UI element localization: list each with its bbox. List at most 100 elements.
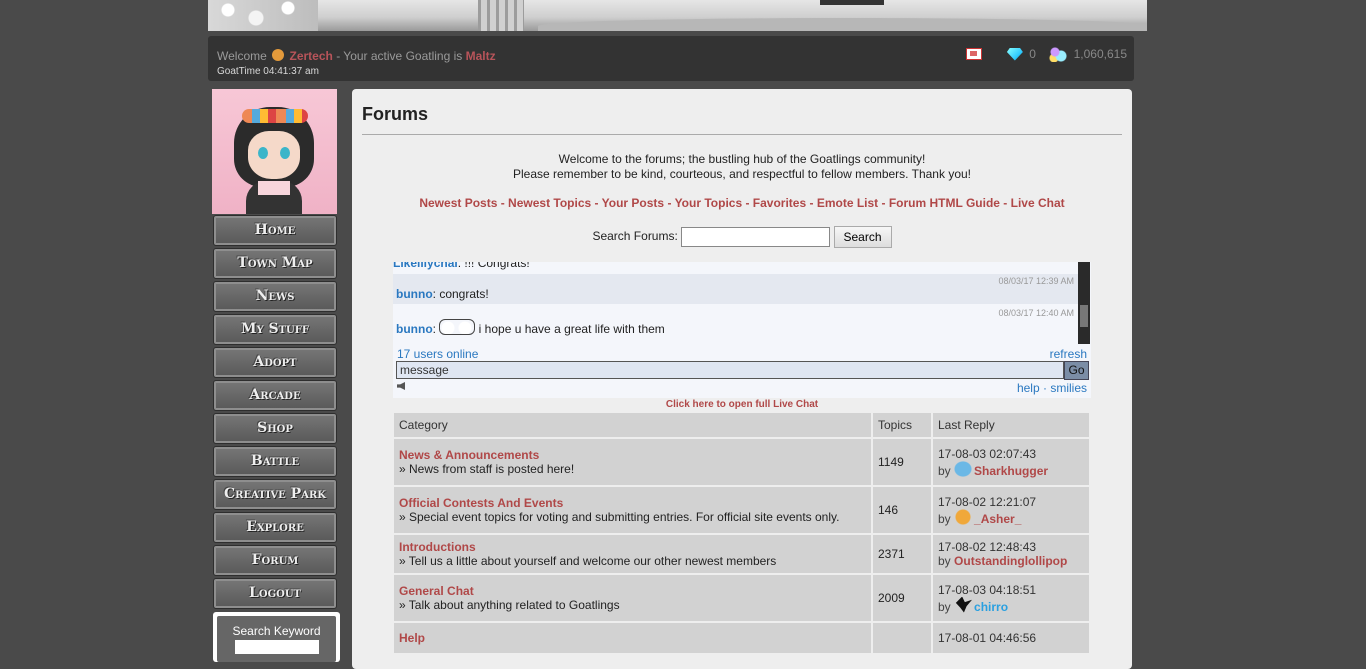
banner-ground (538, 18, 1147, 31)
chat-message: Likelilychai: !!! Congrats! (393, 262, 530, 270)
chat-help-link[interactable]: help (1017, 381, 1040, 395)
speaker-icon[interactable] (397, 382, 405, 390)
table-row[interactable]: Help 17-08-01 04:46:56 (394, 623, 1089, 653)
category-title[interactable]: Help (399, 631, 866, 645)
link-newest-topics[interactable]: Newest Topics (508, 196, 591, 210)
user-bar: Welcome Zertech - Your active Goatling i… (208, 36, 1134, 81)
open-full-chat-link[interactable]: Click here to open full Live Chat (352, 399, 1132, 410)
nav-town-map[interactable]: Town Map (213, 248, 337, 279)
link-emote-list[interactable]: Emote List (817, 196, 878, 210)
link-your-posts[interactable]: Your Posts (602, 196, 664, 210)
site-banner[interactable] (208, 0, 1147, 31)
users-online[interactable]: 17 users online (397, 347, 478, 361)
gem-icon (1006, 47, 1023, 61)
active-goatling-link[interactable]: Maltz (466, 49, 496, 63)
category-desc: » News from staff is posted here! (399, 462, 575, 476)
category-title[interactable]: General Chat (399, 584, 866, 598)
link-your-topics[interactable]: Your Topics (675, 196, 743, 210)
forum-categories-table: Category Topics Last Reply News & Announ… (392, 411, 1091, 655)
nav-news[interactable]: News (213, 281, 337, 312)
banner-flowers (208, 0, 318, 31)
topic-count: 1149 (873, 439, 931, 485)
page-title: Forums (362, 104, 429, 124)
last-reply-user[interactable]: Sharkhugger (974, 464, 1048, 478)
column-topics: Topics (873, 413, 931, 437)
nav-arcade[interactable]: Arcade (213, 380, 337, 411)
gem-count: 0 (1029, 47, 1036, 61)
last-reply-date[interactable]: 17-08-02 12:48:43 (938, 540, 1084, 554)
column-category: Category (394, 413, 871, 437)
table-row[interactable]: General Chat » Talk about anything relat… (394, 575, 1089, 621)
category-desc: » Tell us a little about yourself and we… (399, 554, 777, 568)
topic-count (873, 623, 931, 653)
column-last-reply: Last Reply (933, 413, 1089, 437)
nav-explore[interactable]: Explore (213, 512, 337, 543)
welcome-text: Welcome Zertech - Your active Goatling i… (217, 49, 496, 63)
forum-search-label: Search Forums: (592, 229, 678, 244)
forum-search-input[interactable] (681, 227, 831, 247)
category-title[interactable]: Official Contests And Events (399, 496, 866, 510)
crow-avatar-icon (955, 596, 973, 613)
chat-timestamp: 08/03/17 12:39 AM (998, 276, 1074, 286)
sidebar-nav: Home Town Map News My Stuff Adopt Arcade… (213, 215, 337, 611)
forum-links: Newest Posts - Newest Topics - Your Post… (419, 196, 1065, 210)
nav-logout[interactable]: Logout (213, 578, 337, 609)
chat-go-button[interactable]: Go (1064, 361, 1089, 380)
last-reply-date[interactable]: 17-08-03 04:18:51 (938, 583, 1084, 597)
banner-shadow (820, 0, 884, 5)
keyword-search-label: Search Keyword (232, 624, 321, 638)
chat-message-input[interactable]: message (396, 361, 1064, 379)
title-divider (362, 134, 1122, 135)
chat-smilies-link[interactable]: smilies (1050, 381, 1087, 395)
category-title[interactable]: News & Announcements (399, 448, 866, 462)
last-reply-user[interactable]: _Asher_ (974, 512, 1021, 526)
link-live-chat[interactable]: Live Chat (1011, 196, 1065, 210)
username-link[interactable]: Zertech (289, 49, 332, 63)
chat-log[interactable]: Likelilychai: !!! Congrats! 08/03/17 12:… (393, 262, 1078, 344)
nav-my-stuff[interactable]: My Stuff (213, 314, 337, 345)
forum-search: Search Forums: Search (352, 226, 1132, 248)
table-row[interactable]: Official Contests And Events » Special e… (394, 487, 1089, 533)
nav-battle[interactable]: Battle (213, 446, 337, 477)
keyword-search-box: Search Keyword (213, 612, 340, 662)
nav-home[interactable]: Home (213, 215, 337, 246)
goatling-icon (272, 49, 285, 61)
category-desc: » Talk about anything related to Goatlin… (399, 598, 620, 612)
nav-forum[interactable]: Forum (213, 545, 337, 576)
chat-message: 08/03/17 12:39 AM bunno: congrats! (393, 274, 1078, 304)
last-reply-user[interactable]: chirro (974, 600, 1008, 614)
avatar[interactable] (212, 89, 337, 214)
chat-message: 08/03/17 12:40 AM bunno: i hope u have a… (396, 308, 1074, 336)
topic-count: 146 (873, 487, 931, 533)
chat-scrollbar[interactable] (1078, 262, 1090, 344)
nav-adopt[interactable]: Adopt (213, 347, 337, 378)
nav-shop[interactable]: Shop (213, 413, 337, 444)
chat-refresh[interactable]: refresh (1050, 347, 1087, 361)
goat-avatar-icon (954, 508, 973, 525)
nav-creative-park[interactable]: Creative Park (213, 479, 337, 510)
link-newest-posts[interactable]: Newest Posts (419, 196, 497, 210)
coin-count: 1,060,615 (1073, 47, 1127, 61)
main-content: Forums Welcome to the forums; the bustli… (352, 89, 1132, 669)
link-favorites[interactable]: Favorites (753, 196, 806, 210)
last-reply-user[interactable]: Outstandinglollipop (954, 554, 1067, 568)
category-title[interactable]: Introductions (399, 540, 866, 554)
table-row[interactable]: Introductions » Tell us a little about y… (394, 535, 1089, 573)
currency-stats: 0 1,060,615 (965, 46, 1127, 62)
table-row[interactable]: News & Announcements » News from staff i… (394, 439, 1089, 485)
pig-emote-icon (439, 319, 476, 335)
last-reply-date[interactable]: 17-08-01 04:46:56 (938, 631, 1084, 645)
bird-avatar-icon (954, 460, 973, 477)
banner-tower (478, 0, 524, 31)
last-reply-date[interactable]: 17-08-03 02:07:43 (938, 447, 1084, 461)
topic-count: 2009 (873, 575, 931, 621)
mail-icon[interactable] (965, 48, 982, 60)
category-desc: » Special event topics for voting and su… (399, 510, 840, 524)
link-forum-html-guide[interactable]: Forum HTML Guide (889, 196, 1000, 210)
forum-search-button[interactable]: Search (833, 226, 892, 248)
chat-help-links: help · smilies (1016, 381, 1087, 395)
coins-icon (1049, 46, 1068, 62)
forum-intro: Welcome to the forums; the bustling hub … (512, 152, 971, 181)
last-reply-date[interactable]: 17-08-02 12:21:07 (938, 495, 1084, 509)
goattime: GoatTime 04:41:37 am (217, 66, 319, 77)
